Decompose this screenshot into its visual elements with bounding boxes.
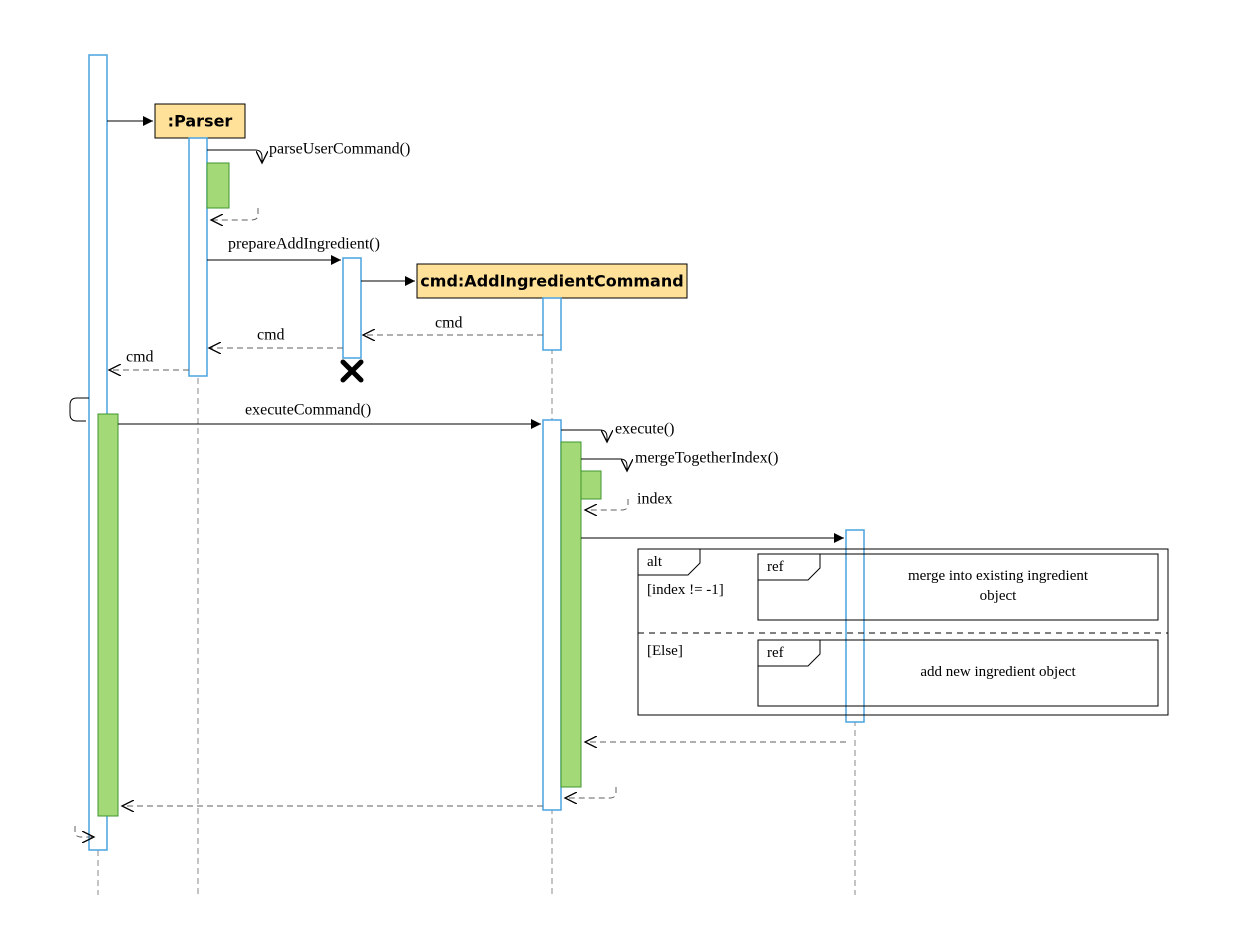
label-mergetogetherindex: mergeTogetherIndex() [635, 450, 778, 467]
destroy-icon [343, 362, 361, 380]
return-parseusercommand [211, 208, 258, 220]
label-execute: execute() [615, 421, 675, 438]
label-prepareaddingredient: prepareAddIngredient() [228, 236, 380, 253]
alt-label: alt [647, 554, 663, 570]
participant-parser-label: :Parser [168, 112, 233, 131]
message-execute [561, 430, 607, 442]
ref1-text-b: object [980, 588, 1017, 604]
activation-prepare [343, 258, 361, 358]
label-cmd3: cmd [126, 349, 154, 366]
label-cmd1: cmd [435, 315, 463, 332]
sequence-diagram: :Parser parseUserCommand() prepareAddIng… [0, 0, 1237, 929]
ref1-text-a: merge into existing ingredient [908, 568, 1089, 584]
activation-cmd-create [543, 298, 561, 350]
participant-cmd-label: cmd:AddIngredientCommand [420, 272, 683, 291]
alt-guard2: [Else] [647, 643, 683, 659]
label-index: index [637, 491, 673, 508]
label-cmd2: cmd [257, 327, 285, 344]
ref2-label: ref [767, 645, 784, 661]
return-execute [565, 787, 616, 798]
message-mergetogetherindex [581, 459, 627, 471]
alt-frame [638, 549, 1168, 715]
activation-executecommand [98, 414, 118, 816]
ref1-label: ref [767, 559, 784, 575]
activation-execute-green [561, 442, 581, 787]
message-parseusercommand [207, 150, 262, 163]
activation-right [846, 530, 864, 722]
activation-cmd-exec [543, 420, 561, 810]
label-parseusercommand: parseUserCommand() [269, 141, 410, 158]
activation-parser [189, 138, 207, 376]
activation-parseusercommand [207, 163, 229, 208]
ref2-text: add new ingredient object [920, 664, 1076, 680]
label-executecommand: executeCommand() [245, 402, 371, 419]
selfloop-executecommand-in [70, 398, 89, 421]
activation-merge [581, 471, 601, 499]
alt-guard1: [index != -1] [647, 582, 724, 598]
return-index [585, 499, 628, 510]
